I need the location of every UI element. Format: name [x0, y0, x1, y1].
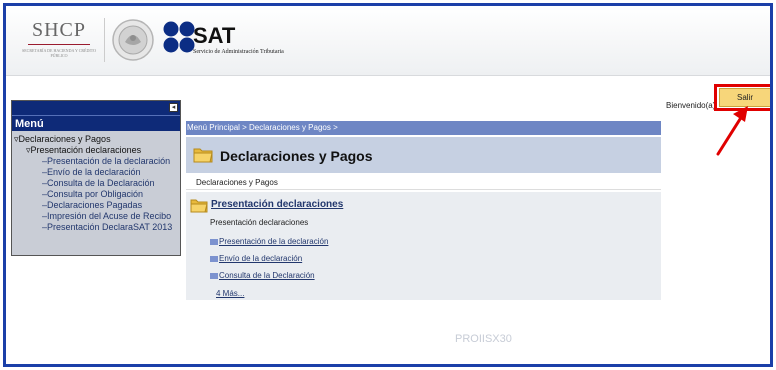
link-label: Consulta de la Declaración [219, 271, 315, 280]
folder-icon [193, 148, 213, 163]
more-link[interactable]: 4 Más... [216, 289, 244, 298]
sidebar-item-presentacion-declaraciones[interactable]: ▿Presentación declaraciones [12, 145, 180, 156]
sidebar: ◂ Menú ▿Declaraciones y Pagos ▿Presentac… [11, 100, 181, 256]
sidebar-menu-title: Menú [12, 115, 180, 131]
sidebar-menu-list: ▿Declaraciones y Pagos ▿Presentación dec… [12, 131, 180, 233]
shcp-divider [28, 44, 90, 45]
folder-icon [190, 199, 208, 213]
link-label: Presentación de la declaración [219, 237, 329, 246]
sidebar-item-declarasat-2013[interactable]: –Presentación DeclaraSAT 2013 [12, 222, 180, 233]
shcp-title: SHCP [31, 19, 87, 41]
app-frame: SHCP SECRETARÍA DE HACIENDA Y CRÉDITO PÚ… [3, 3, 773, 367]
header-divider [104, 18, 105, 62]
sidebar-item-envio-declaracion[interactable]: –Envío de la declaración [12, 167, 180, 178]
link-consulta-declaracion[interactable]: Consulta de la Declaración [210, 271, 315, 280]
sat-name: SAT [193, 23, 236, 48]
shcp-logo: SHCP SECRETARÍA DE HACIENDA Y CRÉDITO PÚ… [22, 18, 96, 64]
document-icon [210, 238, 218, 245]
section-title-link[interactable]: Presentación declaraciones [211, 199, 343, 210]
sidebar-item-presentacion-declaracion[interactable]: –Presentación de la declaración [12, 156, 180, 167]
sidebar-item-consulta-declaracion[interactable]: –Consulta de la Declaración [12, 178, 180, 189]
header: SHCP SECRETARÍA DE HACIENDA Y CRÉDITO PÚ… [6, 6, 770, 76]
sidebar-item-impresion-acuse[interactable]: –Impresión del Acuse de Recibo [12, 211, 180, 222]
sat-description: Servicio de Administración Tributaria [193, 49, 284, 55]
sidebar-item-declaraciones-pagadas[interactable]: –Declaraciones Pagadas [12, 200, 180, 211]
link-presentacion-declaracion[interactable]: Presentación de la declaración [210, 237, 328, 246]
sidebar-top-bar: ◂ [12, 101, 180, 115]
document-icon [210, 255, 218, 262]
page-id: PROIISX30 [455, 333, 512, 345]
section-panel: Presentación declaraciones Presentación … [186, 192, 661, 300]
document-icon [210, 272, 218, 279]
link-envio-declaracion[interactable]: Envío de la declaración [210, 254, 302, 263]
page-subtitle: Declaraciones y Pagos [186, 176, 661, 190]
breadcrumb[interactable]: Menú Principal > Declaraciones y Pagos > [186, 121, 661, 135]
page-title-bar: Declaraciones y Pagos [186, 137, 661, 173]
shcp-subtitle: SECRETARÍA DE HACIENDA Y CRÉDITO PÚBLICO [22, 48, 96, 58]
sidebar-item-declaraciones-y-pagos[interactable]: ▿Declaraciones y Pagos [12, 134, 180, 145]
collapse-icon[interactable]: ◂ [169, 103, 178, 112]
sidebar-item-consulta-obligacion[interactable]: –Consulta por Obligación [12, 189, 180, 200]
seal-icon [112, 19, 154, 61]
page-title: Declaraciones y Pagos [220, 148, 373, 164]
link-label: Envío de la declaración [219, 254, 303, 263]
welcome-text: Bienvenido(a) [666, 101, 716, 110]
highlight-box [714, 84, 770, 111]
section-subtitle: Presentación declaraciones [210, 218, 309, 227]
sat-logo-icon [163, 21, 195, 53]
